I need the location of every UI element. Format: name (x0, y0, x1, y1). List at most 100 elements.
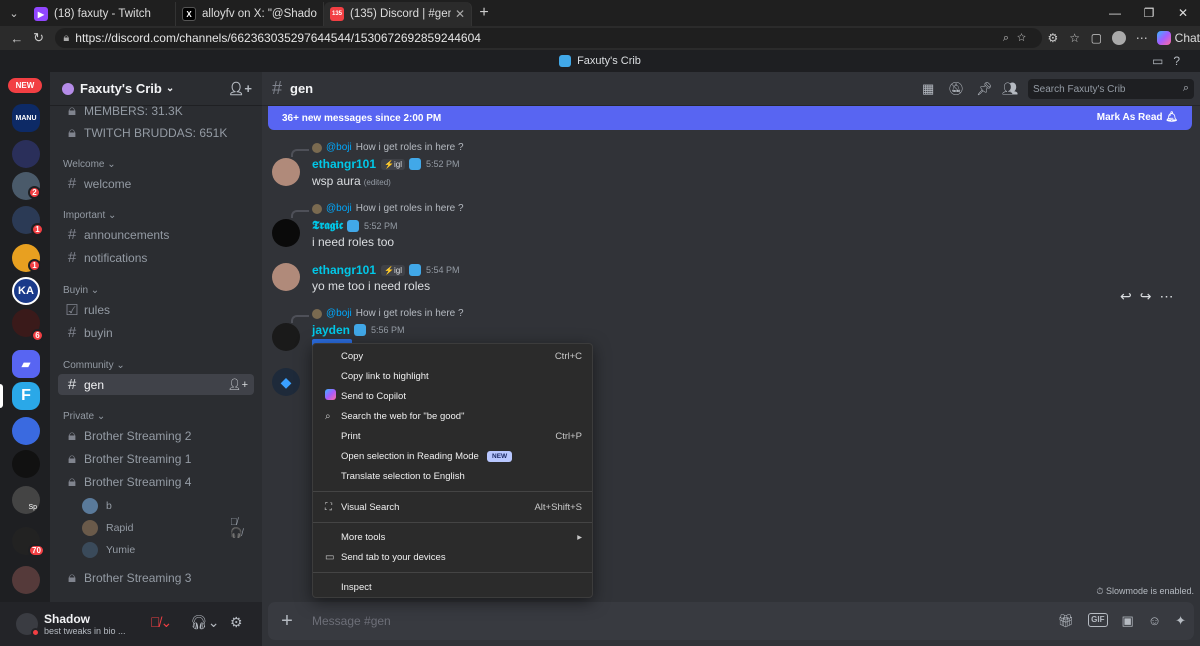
shortcut: Ctrl+P (555, 430, 582, 442)
channel-buyin[interactable]: # buyin (58, 322, 254, 343)
bot-avatar[interactable]: ◆ (272, 368, 300, 396)
user-info[interactable]: Shadow best tweaks in bio ... (44, 612, 126, 636)
forward-icon[interactable]: ↪ (1140, 288, 1152, 305)
author-name[interactable]: ethangr101 (312, 263, 376, 277)
voice-user[interactable]: Rapid 🎙̸ 🎧̸ (82, 517, 242, 539)
category-community[interactable]: Community ⌄ (63, 360, 125, 371)
attach-plus-icon[interactable]: + (268, 610, 306, 633)
channel-announcements[interactable]: # announcements (58, 224, 254, 245)
profile-avatar[interactable] (1112, 31, 1126, 45)
channel-notifications[interactable]: # notifications (58, 247, 254, 268)
avatar[interactable] (272, 158, 300, 186)
add-member-icon[interactable]: 👤︎+ (228, 378, 248, 391)
gif-button[interactable]: GIF (1088, 613, 1108, 627)
emoji-icon[interactable]: ☺ (1148, 613, 1161, 629)
category-private[interactable]: Private ⌄ (63, 411, 105, 422)
reply-preview[interactable]: @boji How i get roles in here ? (312, 308, 464, 319)
tab-x[interactable]: X alloyfv on X: "@Shadowfnx_ @ario (176, 2, 324, 26)
reply-text: How i get roles in here ? (355, 142, 464, 153)
menu-translate[interactable]: Translate selection to English (313, 466, 592, 486)
channel-brother-streaming-3[interactable]: 🔒︎ Brother Streaming 3 (58, 567, 254, 588)
message-text: wsp aura (312, 174, 361, 188)
avatar[interactable] (272, 323, 300, 351)
menu-copy-link[interactable]: Copy link to highlight (313, 366, 592, 386)
menu-inspect[interactable]: Inspect (313, 577, 592, 597)
channel-rules[interactable]: ☑ rules (58, 299, 254, 320)
collections-icon[interactable]: ▢ (1085, 31, 1107, 45)
close-window-icon[interactable]: ✕ (1166, 0, 1200, 26)
channel-gen[interactable]: # gen 👤︎+ (58, 374, 254, 395)
channel-brother-streaming-1[interactable]: 🔒︎ Brother Streaming 1 (58, 448, 254, 469)
server-faxuty-crib[interactable]: F (12, 382, 40, 410)
server-icon-10[interactable] (12, 450, 40, 478)
voice-user[interactable]: Yumie (82, 542, 135, 558)
more-menu-icon[interactable]: ⋯ (1131, 31, 1153, 45)
server-manu[interactable]: MANU (12, 104, 40, 132)
server-icon-9[interactable] (12, 417, 40, 445)
menu-reading-mode[interactable]: Open selection in Reading Mode NEW (313, 446, 592, 466)
more-options-icon[interactable]: ⋯ (1159, 288, 1173, 305)
author-name[interactable]: jayden (312, 323, 350, 337)
zoom-star-icons[interactable]: ⌕☆ (1003, 32, 1034, 45)
pin-icon[interactable]: 📌︎ (976, 81, 993, 97)
tab-list-chevron-icon[interactable]: ⌄ (0, 0, 28, 26)
back-icon[interactable]: ← (6, 31, 28, 46)
sticker-icon[interactable]: ▣ (1122, 613, 1134, 629)
channel-brother-streaming-4[interactable]: 🔒︎ Brother Streaming 4 (58, 471, 254, 492)
tab-twitch[interactable]: ▶ (18) faxuty - Twitch (28, 2, 176, 26)
menu-send-copilot[interactable]: Send to Copilot (313, 386, 592, 406)
url-field[interactable]: 🔒︎ https://discord.com/channels/66236303… (55, 28, 1043, 48)
notification-muted-icon[interactable]: 🔕︎ (948, 81, 965, 97)
extensions-icon[interactable]: ⚙ (1042, 31, 1064, 45)
menu-visual-search[interactable]: ⛶ Visual Search Alt+Shift+S (313, 497, 592, 517)
channel-brother-streaming-2[interactable]: 🔒︎ Brother Streaming 2 (58, 425, 254, 446)
server-ka[interactable]: KA (12, 277, 40, 305)
favorites-icon[interactable]: ☆ (1064, 31, 1086, 45)
reply-preview[interactable]: @boji How i get roles in here ? (312, 142, 464, 153)
reply-icon[interactable]: ↩ (1120, 288, 1132, 305)
category-welcome[interactable]: Welcome ⌄ (63, 159, 116, 170)
headphones-icon[interactable]: 🎧︎⌄ (190, 614, 220, 631)
avatar[interactable] (16, 613, 40, 637)
channel-welcome[interactable]: # welcome (58, 173, 254, 194)
minimize-icon[interactable]: — (1098, 0, 1132, 26)
menu-search-web[interactable]: ⌕ Search the web for "be good" (313, 406, 592, 426)
channel-twitch-stat[interactable]: 🔒︎ TWITCH BRUDDAS: 651K (58, 122, 254, 143)
avatar[interactable] (272, 263, 300, 291)
new-messages-bar[interactable]: 36+ new messages since 2:00 PM Mark As R… (268, 106, 1192, 130)
voice-user[interactable]: b (82, 498, 112, 514)
category-buyin[interactable]: Buyin ⌄ (63, 285, 99, 296)
slowmode-text: Slowmode is enabled. (1105, 586, 1194, 596)
server-icon-2[interactable] (12, 140, 40, 168)
reply-preview[interactable]: @boji How i get roles in here ? (312, 203, 464, 214)
new-tab-icon[interactable]: + (472, 4, 496, 22)
member-list-icon[interactable]: 👥︎ (1002, 81, 1019, 97)
server-sp[interactable]: Sp (12, 486, 40, 514)
category-important[interactable]: Important ⌄ (63, 210, 116, 221)
server-icon-13[interactable] (12, 566, 40, 594)
gift-icon[interactable]: 🎁︎ (1058, 613, 1075, 629)
folder-icon[interactable]: ▰ (12, 350, 40, 378)
threads-icon[interactable]: ▦ (922, 81, 934, 97)
settings-gear-icon[interactable]: ⚙ (230, 614, 243, 631)
mark-as-read-button[interactable]: Mark As Read 🔔︎ (1097, 112, 1178, 123)
mute-mic-icon[interactable]: 🎙̸⌄ (150, 614, 172, 631)
avatar[interactable] (272, 219, 300, 247)
author-name[interactable]: 𝕿𝖗𝖆𝖌𝖎𝖈 (312, 218, 343, 233)
apps-icon[interactable]: ✦ (1175, 613, 1186, 629)
tab-discord[interactable]: 135 (135) Discord | #gen | Faxuty's Crib… (324, 2, 472, 26)
channel-members-stat[interactable]: 🔒︎ MEMBERS: 31.3K (58, 100, 254, 121)
close-tab-icon[interactable]: ✕ (455, 7, 465, 21)
invite-people-icon[interactable]: 👤︎+ (228, 81, 252, 97)
menu-send-tab[interactable]: ▭ Send tab to your devices (313, 547, 592, 567)
author-name[interactable]: ethangr101 (312, 157, 376, 171)
refresh-icon[interactable]: ↻ (28, 30, 50, 46)
menu-print[interactable]: Print Ctrl+P (313, 426, 592, 446)
copilot-chat-button[interactable]: Chat (1156, 31, 1200, 45)
menu-copy[interactable]: Copy Ctrl+C (313, 346, 592, 366)
menu-more-tools[interactable]: More tools ▸ (313, 527, 592, 547)
inbox-help-icons[interactable]: ▭? (1152, 54, 1190, 68)
restore-icon[interactable]: ❐ (1132, 0, 1166, 26)
search-input[interactable]: Search Faxuty's Crib ⌕ (1028, 79, 1194, 99)
message-composer[interactable]: + Message #gen 🎁︎ GIF ▣ ☺ ✦ (268, 602, 1194, 640)
